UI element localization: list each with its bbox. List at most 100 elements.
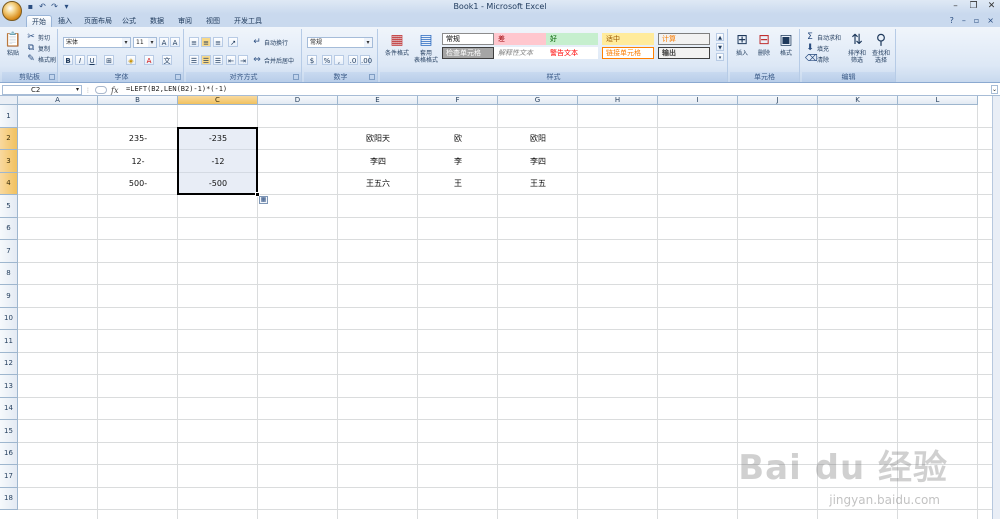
tab-review[interactable]: 审阅 <box>174 15 196 27</box>
percent-button[interactable]: % <box>322 55 332 65</box>
bold-button[interactable]: B <box>63 55 73 65</box>
column-header[interactable]: K <box>818 96 898 105</box>
autosum-button[interactable]: Σ 自动求和 <box>805 32 841 42</box>
copy-button[interactable]: ⧉ 复制 <box>26 43 50 53</box>
row-header[interactable]: 4 <box>0 172 18 195</box>
gallery-down-icon[interactable]: ▼ <box>716 43 724 51</box>
cell-style-option[interactable]: 链接单元格 <box>602 47 654 59</box>
row-header[interactable]: 5 <box>0 195 18 218</box>
expand-formula-icon[interactable]: ⌄ <box>991 85 998 94</box>
row-header[interactable]: 7 <box>0 240 18 263</box>
column-header[interactable]: L <box>898 96 978 105</box>
cell-style-option[interactable]: 差 <box>494 33 546 45</box>
cell-style-option[interactable]: 适中 <box>602 33 654 45</box>
dialog-launcher-alignment[interactable] <box>293 74 299 80</box>
name-box[interactable]: C2 ▾ <box>2 85 82 95</box>
select-all-button[interactable] <box>0 96 18 105</box>
align-left-icon[interactable]: ☰ <box>189 55 199 65</box>
cell-style-option[interactable]: 检查单元格 <box>442 47 494 59</box>
row-header[interactable]: 9 <box>0 285 18 308</box>
cell-f3[interactable]: 李 <box>418 150 498 173</box>
font-name-select[interactable]: 宋体 ▾ <box>63 37 131 48</box>
tab-page-layout[interactable]: 页面布局 <box>80 15 116 27</box>
fill-button[interactable]: ⬇ 填充 <box>805 43 829 53</box>
fill-color-icon[interactable]: ◈ <box>126 55 136 65</box>
dialog-launcher-number[interactable] <box>369 74 375 80</box>
autofill-options-icon[interactable]: ▦ <box>259 196 268 204</box>
minimize-workbook-icon[interactable]: – <box>962 16 966 25</box>
orientation-icon[interactable]: ↗ <box>228 37 238 47</box>
borders-icon[interactable]: ⊞ <box>104 55 114 65</box>
wrap-text-button[interactable]: ↵ 自动换行 <box>252 37 288 47</box>
cell-style-option[interactable]: 警告文本 <box>546 47 598 59</box>
font-color-icon[interactable]: A <box>144 55 154 65</box>
dialog-launcher-clipboard[interactable] <box>49 74 55 80</box>
italic-button[interactable]: I <box>75 55 85 65</box>
cell-b3[interactable]: 12- <box>98 150 178 173</box>
row-header[interactable]: 3 <box>0 150 18 173</box>
row-header[interactable]: 16 <box>0 442 18 465</box>
help-icon[interactable]: ? <box>950 16 954 25</box>
row-header[interactable]: 11 <box>0 330 18 353</box>
paste-button[interactable]: 📋 粘贴 <box>4 31 22 57</box>
align-right-icon[interactable]: ☰ <box>213 55 223 65</box>
cell-e2[interactable]: 欧阳天 <box>338 128 418 151</box>
row-header[interactable]: 17 <box>0 465 18 488</box>
row-header[interactable]: 13 <box>0 375 18 398</box>
find-select-button[interactable]: ⚲ 查找和 选择 <box>870 31 892 64</box>
row-header[interactable]: 1 <box>0 105 18 128</box>
cell-g3[interactable]: 李四 <box>498 150 578 173</box>
align-center-icon[interactable]: ☰ <box>201 55 211 65</box>
column-header[interactable]: B <box>98 96 178 105</box>
row-header[interactable]: 14 <box>0 397 18 420</box>
decrease-decimal-icon[interactable]: .00 <box>360 55 372 65</box>
cell-style-option[interactable]: 常规 <box>442 33 494 45</box>
underline-button[interactable]: U <box>87 55 97 65</box>
cell-style-option[interactable]: 计算 <box>658 33 710 45</box>
gallery-up-icon[interactable]: ▲ <box>716 33 724 41</box>
decrease-indent-icon[interactable]: ⇤ <box>226 55 236 65</box>
close-workbook-icon[interactable]: × <box>987 16 994 25</box>
align-bottom-icon[interactable]: ≡ <box>213 37 223 47</box>
currency-icon[interactable]: $ <box>307 55 317 65</box>
cell-c4[interactable]: -500 <box>178 173 258 196</box>
cell-e4[interactable]: 王五六 <box>338 173 418 196</box>
dialog-launcher-font[interactable] <box>175 74 181 80</box>
cell-b4[interactable]: 500- <box>98 173 178 196</box>
insert-cells-button[interactable]: ⊞ 插入 <box>732 31 752 57</box>
column-header[interactable]: A <box>18 96 98 105</box>
align-top-icon[interactable]: ≡ <box>189 37 199 47</box>
row-header[interactable]: 2 <box>0 127 18 150</box>
column-header[interactable]: C <box>178 96 258 105</box>
office-button[interactable] <box>2 1 22 21</box>
tab-developer[interactable]: 开发工具 <box>230 15 266 27</box>
cell-style-option[interactable]: 解释性文本 <box>494 47 546 59</box>
gallery-more-icon[interactable]: ▾ <box>716 53 724 61</box>
increase-indent-icon[interactable]: ⇥ <box>238 55 248 65</box>
cell-c3[interactable]: -12 <box>178 150 258 173</box>
column-header[interactable]: I <box>658 96 738 105</box>
column-header[interactable]: J <box>738 96 818 105</box>
minimize-icon[interactable]: – <box>951 1 960 11</box>
column-header[interactable]: E <box>338 96 418 105</box>
row-header[interactable]: 12 <box>0 352 18 375</box>
formula-toggle-icon[interactable] <box>95 86 107 94</box>
tab-home[interactable]: 开始 <box>26 15 52 27</box>
row-header[interactable]: 6 <box>0 217 18 240</box>
number-format-select[interactable]: 常规 ▾ <box>307 37 373 48</box>
cell-g4[interactable]: 王五 <box>498 173 578 196</box>
phonetic-icon[interactable]: 文 <box>162 55 172 65</box>
cell-c2[interactable]: -235 <box>178 128 258 151</box>
cell-style-option[interactable]: 好 <box>546 33 598 45</box>
row-header[interactable]: 10 <box>0 307 18 330</box>
delete-cells-button[interactable]: ⊟ 删除 <box>754 31 774 57</box>
merge-center-button[interactable]: ⇔ 合并后居中 <box>252 55 294 65</box>
cell-g2[interactable]: 欧阳 <box>498 128 578 151</box>
format-cells-button[interactable]: ▣ 格式 <box>776 31 796 57</box>
row-header[interactable]: 15 <box>0 420 18 443</box>
row-header[interactable]: 8 <box>0 262 18 285</box>
cell-f2[interactable]: 欧 <box>418 128 498 151</box>
cell-e3[interactable]: 李四 <box>338 150 418 173</box>
font-size-select[interactable]: 11 ▾ <box>133 37 157 48</box>
increase-decimal-icon[interactable]: .0 <box>348 55 358 65</box>
